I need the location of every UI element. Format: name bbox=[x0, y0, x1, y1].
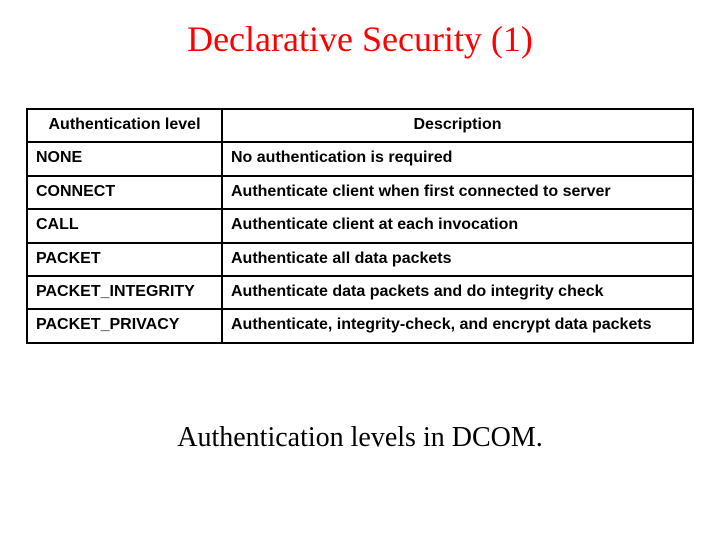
table-row: PACKET_INTEGRITY Authenticate data packe… bbox=[27, 276, 693, 309]
table-caption: Authentication levels in DCOM. bbox=[0, 422, 720, 454]
table-header-row: Authentication level Description bbox=[27, 109, 693, 142]
cell-level: CONNECT bbox=[27, 176, 222, 209]
slide: Declarative Security (1) Authentication … bbox=[0, 0, 720, 540]
table-row: PACKET Authenticate all data packets bbox=[27, 243, 693, 276]
table-row: CALL Authenticate client at each invocat… bbox=[27, 209, 693, 242]
slide-title: Declarative Security (1) bbox=[0, 0, 720, 60]
column-header-description: Description bbox=[222, 109, 693, 142]
column-header-level: Authentication level bbox=[27, 109, 222, 142]
cell-description: Authenticate data packets and do integri… bbox=[222, 276, 693, 309]
cell-level: PACKET_INTEGRITY bbox=[27, 276, 222, 309]
cell-description: Authenticate client at each invocation bbox=[222, 209, 693, 242]
cell-description: Authenticate all data packets bbox=[222, 243, 693, 276]
cell-level: PACKET_PRIVACY bbox=[27, 309, 222, 342]
cell-description: No authentication is required bbox=[222, 142, 693, 175]
cell-level: PACKET bbox=[27, 243, 222, 276]
cell-description: Authenticate, integrity-check, and encry… bbox=[222, 309, 693, 342]
cell-level: CALL bbox=[27, 209, 222, 242]
auth-levels-table: Authentication level Description NONE No… bbox=[26, 108, 694, 344]
cell-description: Authenticate client when first connected… bbox=[222, 176, 693, 209]
auth-levels-table-wrap: Authentication level Description NONE No… bbox=[26, 108, 694, 344]
table-row: PACKET_PRIVACY Authenticate, integrity-c… bbox=[27, 309, 693, 342]
cell-level: NONE bbox=[27, 142, 222, 175]
table-row: NONE No authentication is required bbox=[27, 142, 693, 175]
table-row: CONNECT Authenticate client when first c… bbox=[27, 176, 693, 209]
